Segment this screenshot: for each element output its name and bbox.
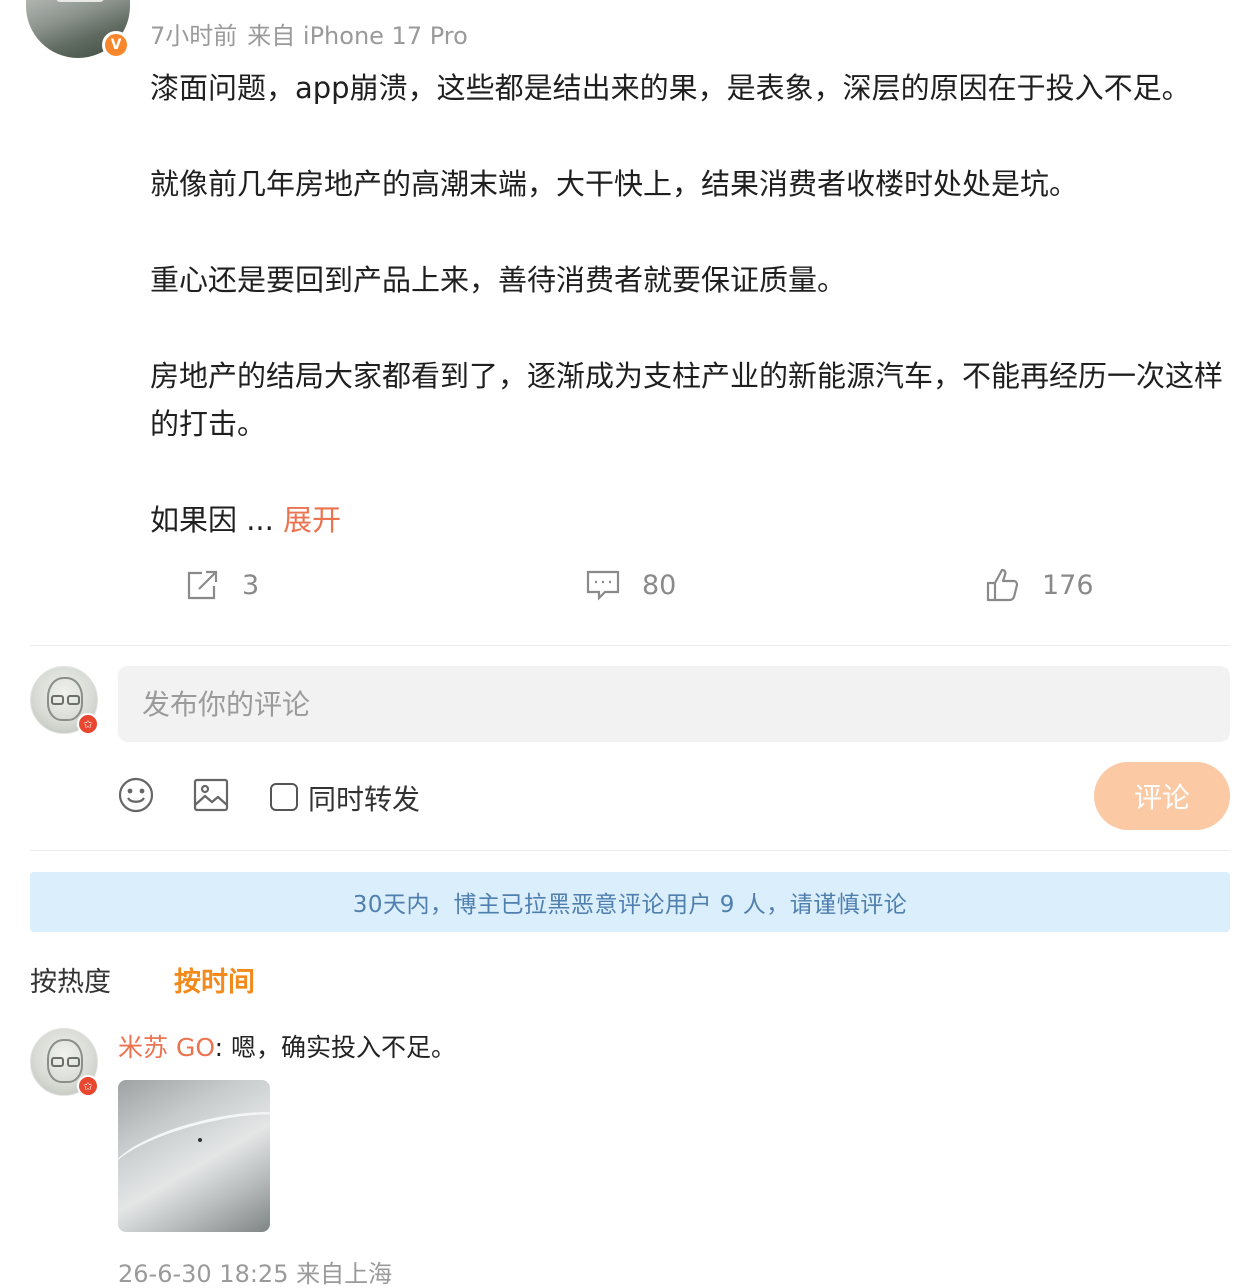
sort-by-hot-tab[interactable]: 按热度: [30, 960, 111, 999]
image-icon[interactable]: [192, 776, 230, 814]
emoji-icon[interactable]: [117, 776, 155, 814]
member-badge-icon: ✩: [77, 1075, 99, 1097]
post-paragraph-2: 就像前几年房地产的高潮末端，大干快上，结果消费者收楼时处处是坑。: [150, 167, 1079, 201]
truncated-text: 如果因 ...: [150, 503, 274, 537]
thumbs-up-icon: [986, 568, 1019, 602]
member-badge-icon: ✩: [77, 713, 99, 735]
comment-icon: [586, 570, 620, 601]
divider: [30, 850, 1230, 851]
comment-count: 80: [642, 569, 677, 601]
post-paragraph-3: 重心还是要回到产品上来，善待消费者就要保证质量。: [150, 263, 847, 297]
comment-content: 米苏 GO: 嗯，确实投入不足。: [118, 1028, 456, 1064]
repost-checkbox[interactable]: [270, 783, 298, 811]
like-count: 176: [1042, 569, 1094, 601]
post-truncated-paragraph: 如果因 ... 展开: [150, 496, 1225, 544]
repost-count: 3: [242, 569, 260, 601]
comment-text: 嗯，确实投入不足。: [223, 1033, 456, 1062]
sort-by-time-tab[interactable]: 按时间: [174, 960, 255, 999]
post-source: 来自 iPhone 17 Pro: [247, 22, 468, 50]
blacklist-notice: 30天内，博主已拉黑恶意评论用户 9 人，请谨慎评论: [30, 872, 1230, 932]
post-meta: 7小时前 来自 iPhone 17 Pro: [150, 16, 468, 51]
avatar-car-shape: [56, 0, 104, 2]
like-button[interactable]: 176: [986, 563, 1094, 607]
repost-checkbox-label[interactable]: 同时转发: [308, 778, 420, 818]
post-paragraph-4: 房地产的结局大家都看到了，逐渐成为支柱产业的新能源汽车，不能再经历一次这样的打击…: [150, 359, 1224, 441]
comment-separator: :: [214, 1033, 223, 1062]
comment-image-thumbnail[interactable]: [118, 1080, 270, 1232]
post-time: 7小时前: [150, 22, 238, 50]
submit-comment-button[interactable]: 评论: [1094, 762, 1230, 830]
verified-badge-icon: V: [102, 31, 130, 59]
comment-timestamp: 26-6-30 18:25 来自上海: [118, 1260, 393, 1288]
divider: [30, 645, 1230, 646]
comment-button[interactable]: 80: [586, 563, 676, 607]
comment-username[interactable]: 米苏 GO: [118, 1033, 215, 1062]
post-paragraph-1: 漆面问题，app崩溃，这些都是结出来的果，是表象，深层的原因在于投入不足。: [150, 71, 1191, 105]
expand-link[interactable]: 展开: [283, 503, 341, 537]
repost-icon: [187, 570, 218, 600]
repost-button[interactable]: 3: [186, 563, 259, 607]
comment-input[interactable]: [118, 666, 1230, 742]
